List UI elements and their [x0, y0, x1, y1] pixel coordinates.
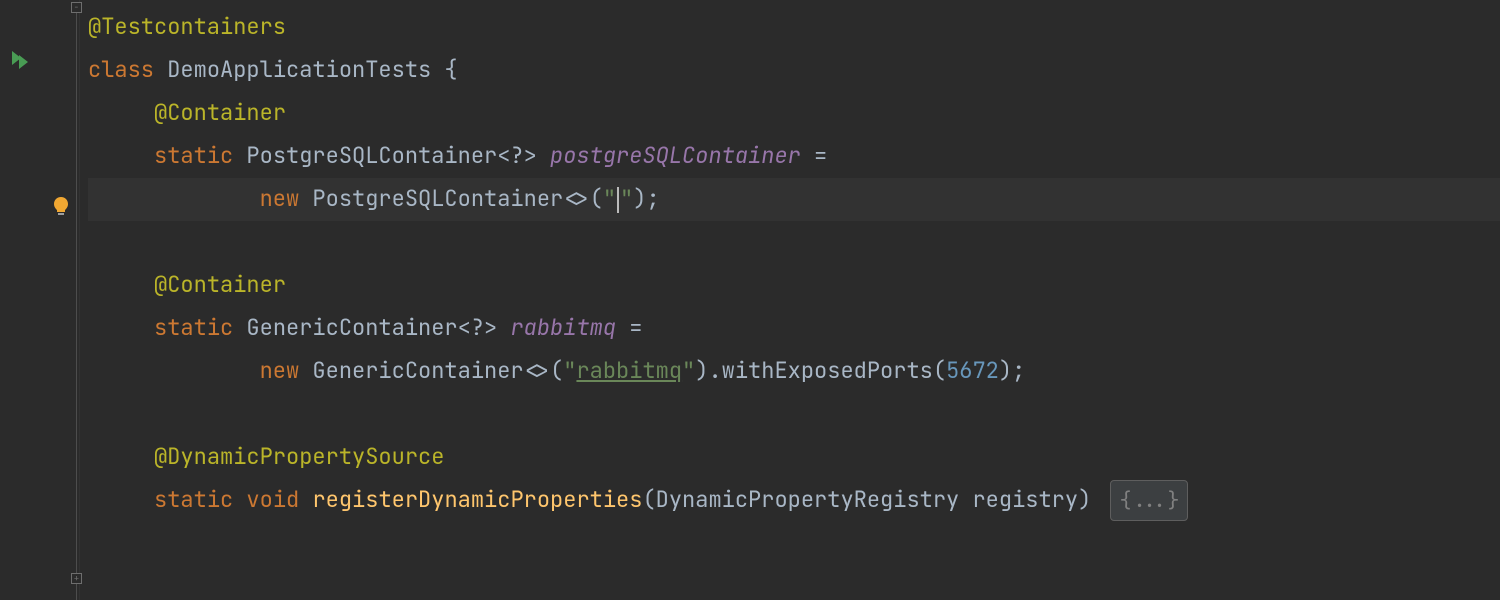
keyword-static: static: [154, 135, 233, 178]
generic-open: <>(: [563, 178, 603, 221]
string-quote: ": [682, 350, 695, 393]
code-line: @Container: [88, 264, 1500, 307]
annotation-dynamic-property-source: @DynamicPropertySource: [154, 436, 444, 479]
string-quote: ": [620, 178, 633, 221]
type-postgresql: PostgreSQLContainer: [246, 135, 497, 178]
code-line-blank: [88, 393, 1500, 436]
constructor-postgresql: PostgreSQLContainer: [312, 178, 563, 221]
space: [154, 49, 167, 92]
editor-gutter: − +: [0, 0, 80, 600]
code-line-current: new PostgreSQLContainer<>("");: [88, 178, 1500, 221]
constructor-generic: GenericContainer: [312, 350, 523, 393]
fold-guide-line: [76, 10, 77, 600]
code-line: static void registerDynamicProperties(Dy…: [88, 479, 1500, 522]
annotation-container: @Container: [154, 264, 286, 307]
param-type: DynamicPropertyRegistry: [656, 479, 960, 522]
code-line: static GenericContainer<?> rabbitmq =: [88, 307, 1500, 350]
field-rabbitmq: rabbitmq: [510, 307, 616, 350]
keyword-static: static: [154, 479, 233, 522]
close-semi: );: [633, 178, 659, 221]
method-register-dynamic-properties: registerDynamicProperties: [312, 479, 642, 522]
class-name: DemoApplicationTests: [167, 49, 431, 92]
string-quote: ": [563, 350, 576, 393]
type-generic-container: GenericContainer: [246, 307, 457, 350]
close-paren: ): [695, 350, 708, 393]
run-test-icon[interactable]: [8, 48, 32, 72]
generic: <?>: [458, 307, 511, 350]
string-rabbitmq: rabbitmq: [576, 350, 682, 393]
keyword-void: void: [246, 479, 299, 522]
equals: =: [616, 307, 642, 350]
code-line: new GenericContainer<>("rabbitmq").withE…: [88, 350, 1500, 393]
generic-open: <>(: [524, 350, 564, 393]
keyword-static: static: [154, 307, 233, 350]
close-semi: );: [999, 350, 1025, 393]
intention-bulb-icon[interactable]: [50, 195, 72, 217]
field-postgresql: postgreSQLContainer: [550, 135, 801, 178]
brace: {: [431, 49, 457, 92]
code-line: @Container: [88, 92, 1500, 135]
code-line: @Testcontainers: [88, 6, 1500, 49]
folded-code-region[interactable]: {...}: [1110, 480, 1188, 521]
code-line: @DynamicPropertySource: [88, 436, 1500, 479]
keyword-class: class: [88, 49, 154, 92]
generic: <?>: [497, 135, 550, 178]
equals: =: [801, 135, 827, 178]
number-port: 5672: [946, 350, 999, 393]
param-name: registry: [959, 479, 1078, 522]
annotation-container: @Container: [154, 92, 286, 135]
paren-open: (: [642, 479, 655, 522]
code-editor[interactable]: @Testcontainers class DemoApplicationTes…: [80, 0, 1500, 600]
annotation-testcontainers: @Testcontainers: [88, 6, 286, 49]
keyword-new: new: [260, 178, 300, 221]
method-call: .withExposedPorts(: [708, 350, 946, 393]
string-quote: ": [603, 178, 616, 221]
code-line-blank: [88, 221, 1500, 264]
keyword-new: new: [260, 350, 300, 393]
paren-close: ): [1078, 479, 1104, 522]
code-line: static PostgreSQLContainer<?> postgreSQL…: [88, 135, 1500, 178]
text-caret: [617, 187, 619, 213]
code-line: class DemoApplicationTests {: [88, 49, 1500, 92]
